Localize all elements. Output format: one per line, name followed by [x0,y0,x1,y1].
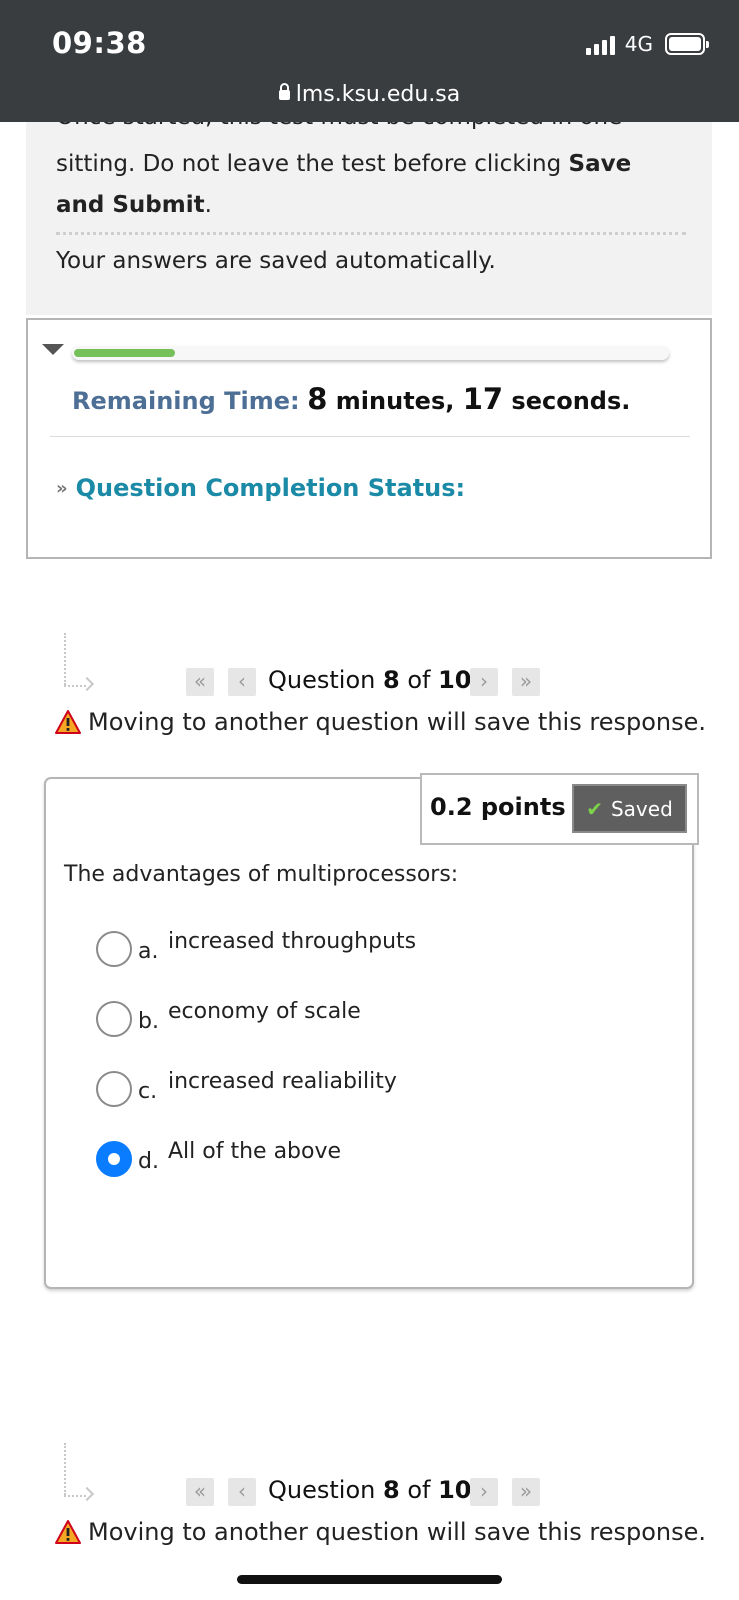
test-instructions: Once started, this test must be complete… [26,122,712,315]
question-counter: Question 8 of 10 [268,1476,472,1504]
first-question-button[interactable]: « [186,668,214,696]
last-question-button[interactable]: » [512,1478,540,1506]
question-points: 0.2 points [430,793,566,821]
timer-divider [50,436,690,437]
chevron-left-icon: ‹ [238,1479,246,1503]
option-letter: d. [138,1149,159,1174]
previous-question-button[interactable]: ‹ [228,1478,256,1506]
option-text: increased throughputs [168,929,417,954]
saved-indicator: ✔ Saved [572,784,687,833]
answer-option-b[interactable]: b. economy of scale [96,999,656,1039]
option-text: economy of scale [168,999,361,1024]
battery-icon [665,33,709,55]
lock-icon [278,83,290,100]
option-letter: c. [138,1079,158,1104]
network-type: 4G [624,32,653,56]
save-warning: Moving to another question will save thi… [54,708,706,736]
chevron-right-icon: › [480,669,488,693]
first-question-button[interactable]: « [186,1478,214,1506]
double-chevron-left-icon: « [193,669,207,693]
url-text: lms.ksu.edu.sa [295,82,461,107]
answer-option-a[interactable]: a. increased throughputs [96,929,656,969]
time-progress-fill [74,349,176,357]
time-progress-bar [72,346,669,360]
timer-panel: Remaining Time: 8 minutes, 17 seconds. »… [26,318,712,559]
remaining-time: Remaining Time: 8 minutes, 17 seconds. [72,382,631,416]
last-question-button[interactable]: » [512,668,540,696]
double-chevron-right-icon: » [519,669,533,693]
dotted-divider [56,232,686,235]
warning-icon [55,1520,81,1544]
radio-button[interactable] [96,1001,132,1037]
instructions-clipped-line: Once started, this test must be complete… [56,122,622,130]
signal-icon [585,33,615,55]
radio-button[interactable] [96,931,132,967]
chevron-right-icon: › [480,1479,488,1503]
clock: 09:38 [52,26,147,60]
next-question-button[interactable]: › [470,1478,498,1506]
answer-option-c[interactable]: c. increased realiability [96,1069,656,1109]
double-chevron-down-icon: » [56,478,68,499]
radio-button[interactable] [96,1141,132,1177]
collapse-triangle-icon[interactable] [42,344,64,355]
next-question-button[interactable]: › [470,668,498,696]
answer-option-d[interactable]: d. All of the above [96,1139,656,1179]
option-letter: a. [138,939,159,964]
checkmark-icon: ✔ [586,796,603,821]
home-indicator[interactable] [237,1575,502,1584]
radio-button[interactable] [96,1071,132,1107]
address-bar[interactable]: lms.ksu.edu.sa [0,82,739,107]
status-indicators: 4G [585,32,709,56]
option-letter: b. [138,1009,159,1034]
question-completion-status-toggle[interactable]: » Question Completion Status: [56,474,465,502]
option-text: All of the above [168,1139,342,1164]
autosave-note: Your answers are saved automatically. [56,248,496,274]
double-chevron-right-icon: » [519,1479,533,1503]
question-text: The advantages of multiprocessors: [64,862,459,887]
option-text: increased realiability [168,1069,397,1094]
status-bar: 09:38 4G lms.ksu.edu.sa [0,0,739,122]
save-warning: Moving to another question will save thi… [54,1518,706,1546]
warning-icon [55,710,81,734]
chevron-left-icon: ‹ [238,669,246,693]
question-counter: Question 8 of 10 [268,666,472,694]
instructions-submit-note: sitting. Do not leave the test before cl… [56,151,632,218]
double-chevron-left-icon: « [193,1479,207,1503]
points-panel: 0.2 points ✔ Saved [420,773,699,845]
previous-question-button[interactable]: ‹ [228,668,256,696]
